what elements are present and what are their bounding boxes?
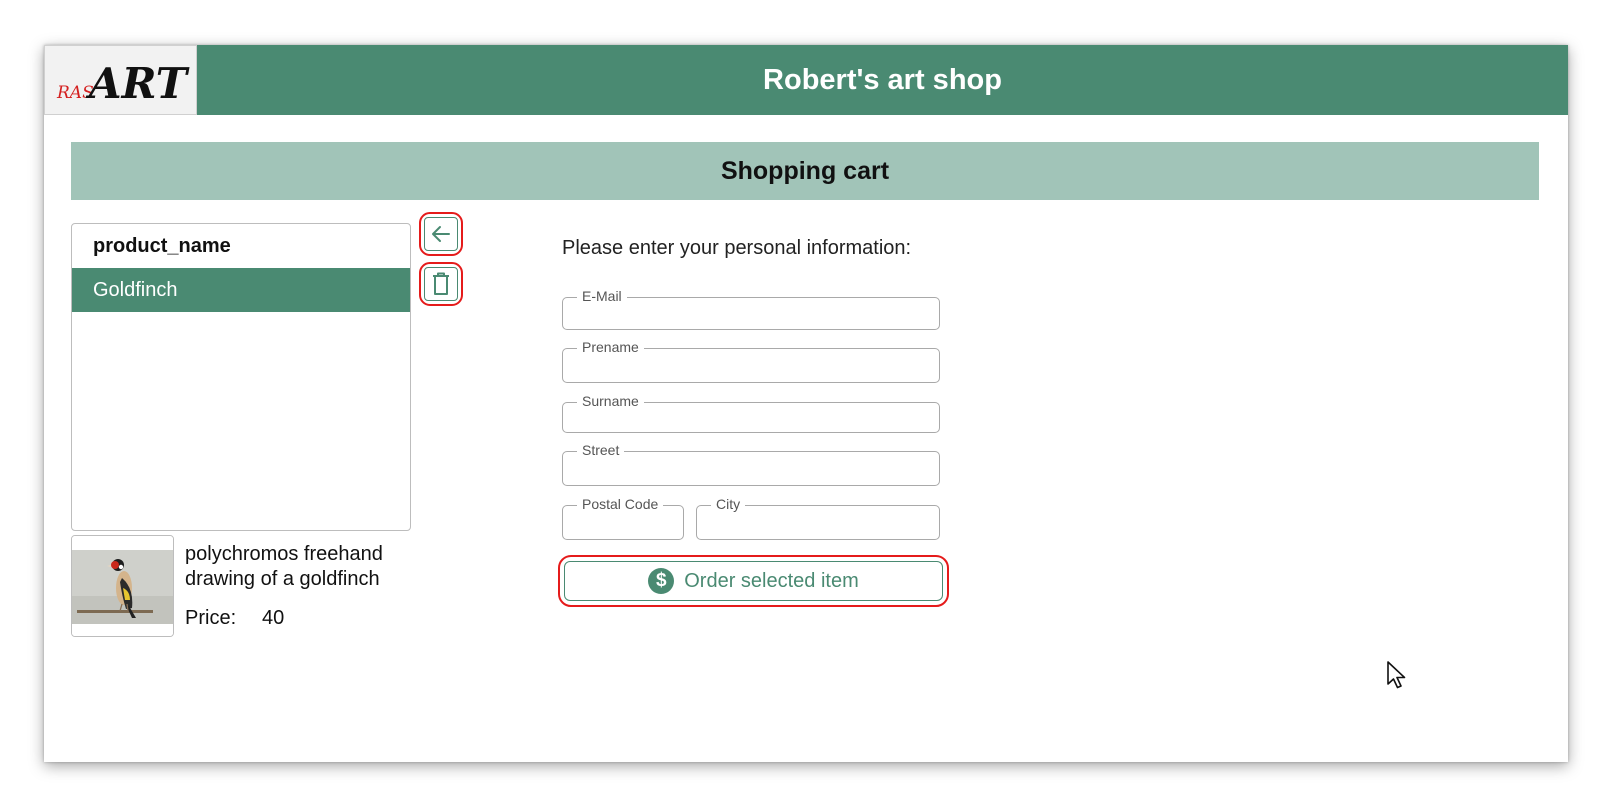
arrow-left-icon <box>432 226 450 242</box>
prename-input[interactable] <box>573 357 929 378</box>
prename-field[interactable]: Prename <box>562 339 940 383</box>
order-button-highlight: $ Order selected item <box>558 555 949 607</box>
prename-label: Prename <box>577 339 644 355</box>
city-field[interactable]: City <box>696 496 940 540</box>
app-title: Robert's art shop <box>763 64 1002 96</box>
order-button[interactable]: $ Order selected item <box>564 561 943 601</box>
postal-code-field[interactable]: Postal Code <box>562 496 684 540</box>
section-title: Shopping cart <box>720 157 890 185</box>
surname-field[interactable]: Surname <box>562 393 940 433</box>
postal-code-input[interactable] <box>573 514 673 535</box>
app-window: RAS ART Robert's art shop Shopping cart … <box>44 45 1568 762</box>
surname-input[interactable] <box>573 411 929 428</box>
street-input[interactable] <box>573 460 929 481</box>
form-prompt: Please enter your personal information: <box>562 237 912 259</box>
column-header-product-name[interactable]: product_name <box>72 224 410 268</box>
street-field[interactable]: Street <box>562 442 940 486</box>
mouse-cursor-icon <box>1387 661 1406 689</box>
surname-label: Surname <box>577 393 644 409</box>
logo-main-text: ART <box>85 59 190 108</box>
email-input[interactable] <box>573 306 929 325</box>
cart-list: product_name Goldfinch <box>71 223 411 531</box>
order-button-label: Order selected item <box>684 569 859 592</box>
product-image <box>71 535 174 637</box>
logo: RAS ART <box>44 45 197 115</box>
dollar-icon: $ <box>648 568 675 594</box>
price-value: 40 <box>262 607 285 629</box>
email-field[interactable]: E-Mail <box>562 288 940 330</box>
city-label: City <box>711 496 746 512</box>
delete-button[interactable] <box>419 262 463 306</box>
price-label: Price: <box>185 607 237 629</box>
email-label: E-Mail <box>577 288 627 304</box>
postal-code-label: Postal Code <box>577 496 664 512</box>
product-description: polychromos freehand drawing of a goldfi… <box>185 543 383 590</box>
city-input[interactable] <box>707 514 929 535</box>
street-label: Street <box>577 442 625 458</box>
back-button[interactable] <box>419 212 463 256</box>
trash-icon <box>433 272 449 295</box>
section-bar: Shopping cart <box>71 142 1539 200</box>
list-item[interactable]: Goldfinch <box>72 268 410 312</box>
header-bar: RAS ART Robert's art shop <box>44 45 1568 115</box>
